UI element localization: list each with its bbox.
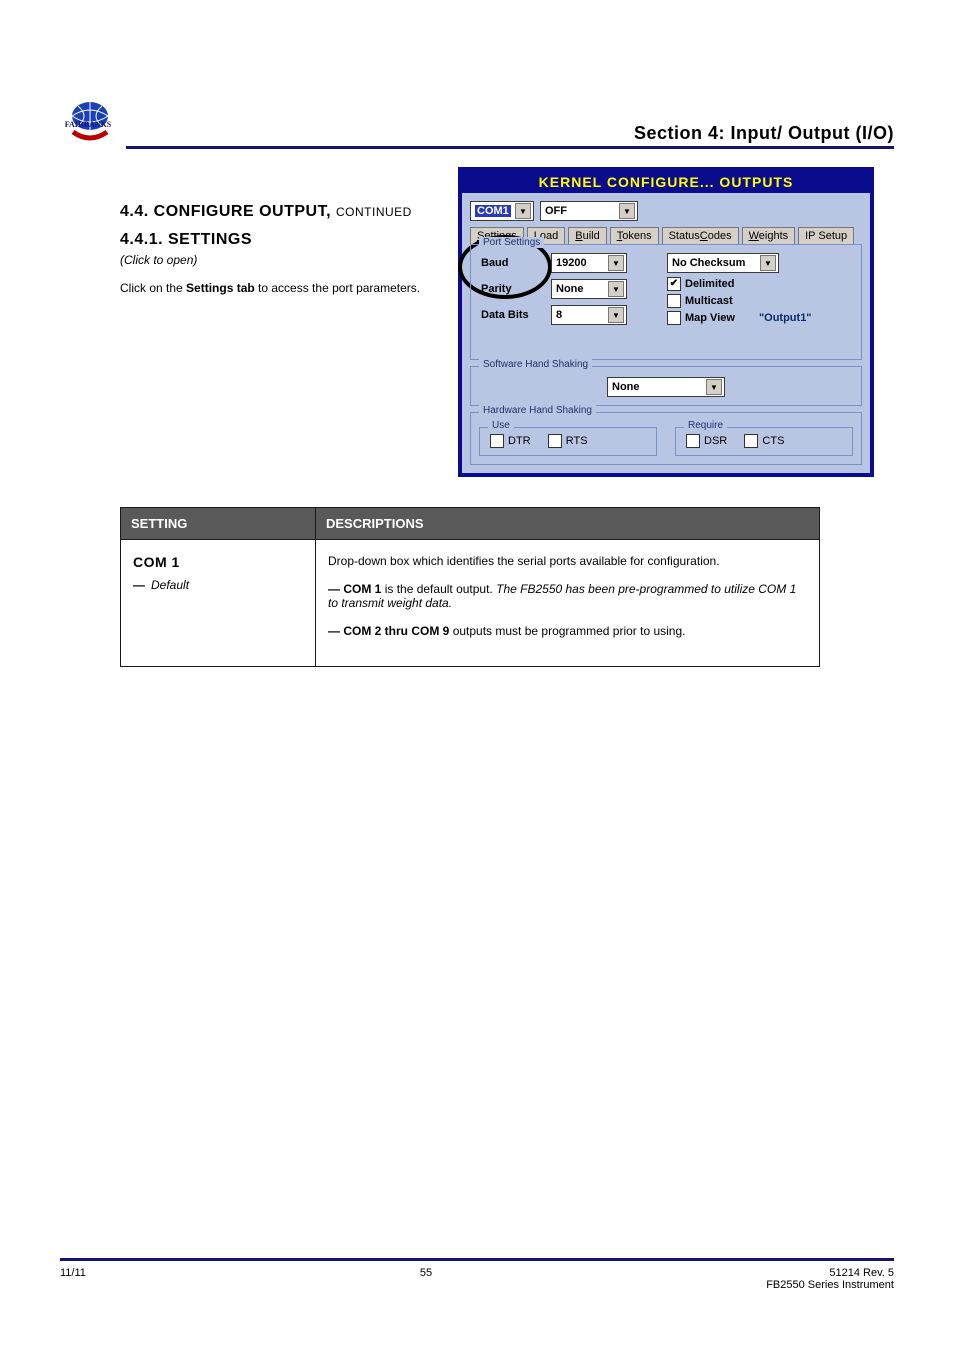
settings-table: SETTING DESCRIPTIONS COM 1 — Default Dro… [120,507,820,667]
tab-build[interactable]: Build [568,227,606,244]
footer-model: FB2550 Series Instrument [766,1279,894,1291]
logo: FAIRBANKS [60,100,120,149]
chevron-down-icon: ▼ [608,307,624,323]
page-heading: 4.4. CONFIGURE OUTPUT, CONTINUED [120,203,458,221]
parity-label: Parity [481,283,551,295]
port-settings-legend: Port Settings [479,237,544,248]
chevron-down-icon: ▼ [760,255,776,271]
desc-intro: Drop-down box which identifies the seria… [328,554,807,568]
baud-label: Baud [481,257,551,269]
multicast-checkbox[interactable] [667,294,681,308]
tab-ipsetup[interactable]: IP Setup [798,227,854,244]
col-setting: SETTING [121,508,316,540]
footer-page: 55 [420,1267,432,1291]
delimited-label: Delimited [685,278,735,290]
chevron-down-icon: ▼ [619,203,635,219]
logo-brand: FAIRBANKS [58,120,118,129]
col-description: DESCRIPTIONS [316,508,820,540]
mapview-label: Map View [685,312,735,324]
tab-statuscodes[interactable]: StatusCodes [662,227,739,244]
cts-checkbox[interactable] [744,434,758,448]
tab-tokens[interactable]: Tokens [610,227,659,244]
com-select[interactable]: COM1▼ [470,201,534,221]
delimited-checkbox[interactable]: ✔ [667,277,681,291]
sublabel-hint: (Click to open) [120,253,458,267]
mapview-checkbox[interactable] [667,311,681,325]
footer-date: 11/11 [60,1267,86,1291]
software-handshaking-select[interactable]: None▼ [607,377,725,397]
hardware-handshaking-group: Hardware Hand Shaking Use DTR RTS Requir… [470,412,862,465]
kernel-configure-dialog: KERNEL CONFIGURE... OUTPUTS COM1▼ OFF▼ S… [458,167,874,477]
use-group: Use DTR RTS [479,427,657,456]
chevron-down-icon: ▼ [608,255,624,271]
dialog-title: KERNEL CONFIGURE... OUTPUTS [462,171,870,193]
tab-weights[interactable]: Weights [742,227,796,244]
databits-select[interactable]: 8▼ [551,305,627,325]
software-handshaking-legend: Software Hand Shaking [479,359,592,370]
multicast-label: Multicast [685,295,733,307]
output-name: "Output1" [759,312,812,324]
software-handshaking-group: Software Hand Shaking None▼ [470,366,862,406]
port-settings-group: Port Settings Baud 19200▼ Parity None▼ D… [470,244,862,360]
page-footer: 11/11 55 51214 Rev. 5 FB2550 Series Inst… [60,1258,894,1291]
rts-checkbox[interactable] [548,434,562,448]
chevron-down-icon: ▼ [608,281,624,297]
subheading-settings: 4.4.1. SETTINGS [120,231,458,249]
dtr-checkbox[interactable] [490,434,504,448]
mode-select[interactable]: OFF▼ [540,201,638,221]
databits-label: Data Bits [481,309,551,321]
table-row: COM 1 — Default Drop-down box which iden… [121,540,820,667]
baud-select[interactable]: 19200▼ [551,253,627,273]
setting-name: COM 1 [133,554,303,570]
setting-default: Default [151,578,189,592]
checksum-select[interactable]: No Checksum▼ [667,253,779,273]
chevron-down-icon: ▼ [515,203,531,219]
header-divider [126,146,894,149]
chevron-down-icon: ▼ [706,379,722,395]
parity-select[interactable]: None▼ [551,279,627,299]
footer-rev: 51214 Rev. 5 [766,1267,894,1279]
dsr-checkbox[interactable] [686,434,700,448]
body-instruction: Click on the Settings tab to access the … [120,281,458,295]
require-group: Require DSR CTS [675,427,853,456]
section-title: Section 4: Input/ Output (I/O) [126,123,894,144]
hardware-handshaking-legend: Hardware Hand Shaking [479,405,596,416]
